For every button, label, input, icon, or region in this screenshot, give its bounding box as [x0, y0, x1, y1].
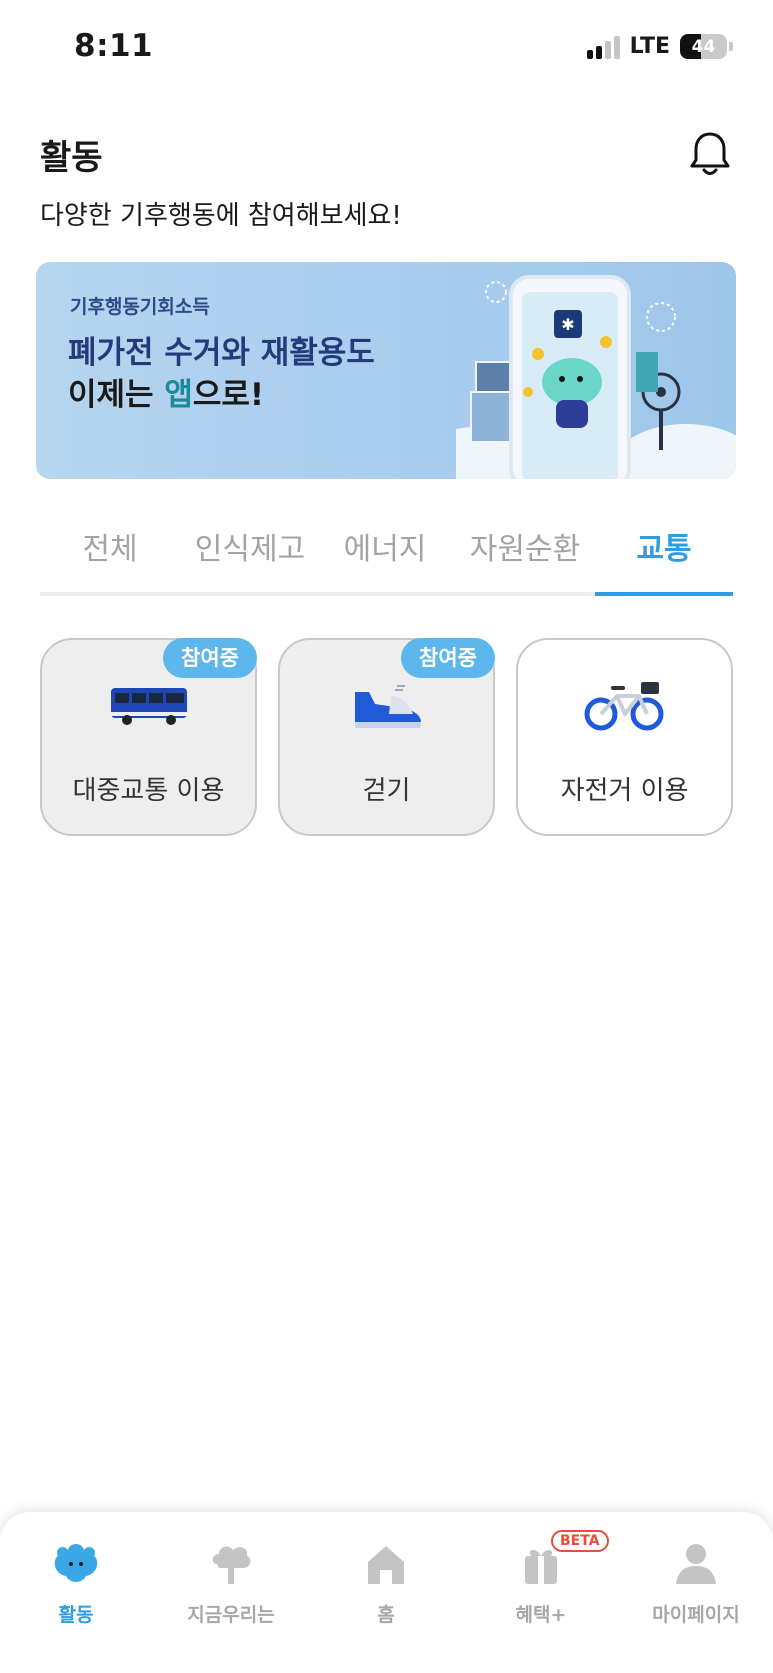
network-type: LTE — [629, 34, 670, 59]
home-icon — [368, 1546, 404, 1584]
nav-benefits[interactable]: BETA 혜택+ — [471, 1530, 611, 1627]
card-label: 자전거 이용 — [560, 776, 689, 806]
activity-card-bicycle[interactable]: 자전거 이용 — [516, 638, 733, 836]
card-label: 대중교통 이용 — [72, 776, 225, 806]
category-tabs: 전체 인식제고 에너지 자원순환 교통 — [40, 520, 733, 596]
tab-recycling[interactable]: 자원순환 — [455, 524, 595, 568]
tab-energy[interactable]: 에너지 — [315, 524, 455, 568]
nav-label: 마이페이지 — [652, 1604, 740, 1626]
page-title: 활동 — [40, 138, 103, 178]
tab-transport[interactable]: 교통 — [595, 524, 733, 568]
status-indicators: LTE 44 — [586, 34, 733, 59]
mascot-icon — [54, 1544, 98, 1582]
participating-badge: 참여중 — [163, 638, 257, 678]
bus-icon — [110, 688, 187, 725]
participating-badge: 참여중 — [401, 638, 495, 678]
nav-label: 혜택+ — [515, 1604, 567, 1626]
card-label: 걷기 — [362, 776, 411, 806]
nav-label: 지금우리는 — [187, 1604, 275, 1626]
banner-line2-highlight: 앱 — [164, 377, 193, 413]
banner-line2-prefix: 이제는 — [68, 377, 165, 413]
banner-brand: 기후행동기회소득 — [70, 296, 210, 318]
bottom-navigation: 활동 지금우리는 홈 BETA 혜택+ 마이페이지 — [0, 1512, 773, 1673]
banner-headline-2: 이제는 앱으로! — [68, 369, 264, 414]
status-bar: 8:11 LTE 44 — [0, 0, 773, 100]
page-subtitle: 다양한 기후행동에 참여해보세요! — [40, 201, 402, 231]
bicycle-icon — [584, 682, 663, 731]
shoe-icon — [354, 685, 421, 728]
promo-banner[interactable]: 기후행동기회소득 폐가전 수거와 재활용도 이제는 앱으로! ✱ — [36, 262, 736, 479]
signal-icon — [586, 35, 620, 59]
battery-icon: 44 — [680, 34, 727, 59]
banner-line2-suffix: 으로! — [192, 377, 265, 413]
nav-activity[interactable]: 활동 — [6, 1542, 146, 1627]
tab-all[interactable]: 전체 — [40, 524, 180, 568]
nav-label: 홈 — [377, 1604, 395, 1626]
tab-active-indicator — [595, 592, 733, 596]
bell-icon[interactable] — [688, 130, 732, 178]
battery-tip — [729, 42, 733, 51]
nav-now[interactable]: 지금우리는 — [161, 1542, 301, 1627]
tree-icon — [212, 1546, 251, 1584]
tab-awareness[interactable]: 인식제고 — [180, 524, 320, 568]
banner-illustration: ✱ — [456, 275, 736, 479]
activity-card-public-transit[interactable]: 참여중 대중교통 이용 — [40, 638, 257, 836]
banner-headline-1: 폐가전 수거와 재활용도 — [68, 335, 375, 371]
activity-card-walking[interactable]: 참여중 걷기 — [278, 638, 495, 836]
nav-home[interactable]: 홈 — [316, 1542, 456, 1627]
battery-level: 44 — [691, 36, 716, 57]
nav-label: 활동 — [58, 1604, 94, 1626]
nav-mypage[interactable]: 마이페이지 — [626, 1542, 766, 1627]
beta-badge: BETA — [551, 1530, 609, 1552]
person-icon — [676, 1544, 716, 1584]
status-time: 8:11 — [74, 28, 154, 64]
svg-text:✱: ✱ — [561, 315, 574, 334]
